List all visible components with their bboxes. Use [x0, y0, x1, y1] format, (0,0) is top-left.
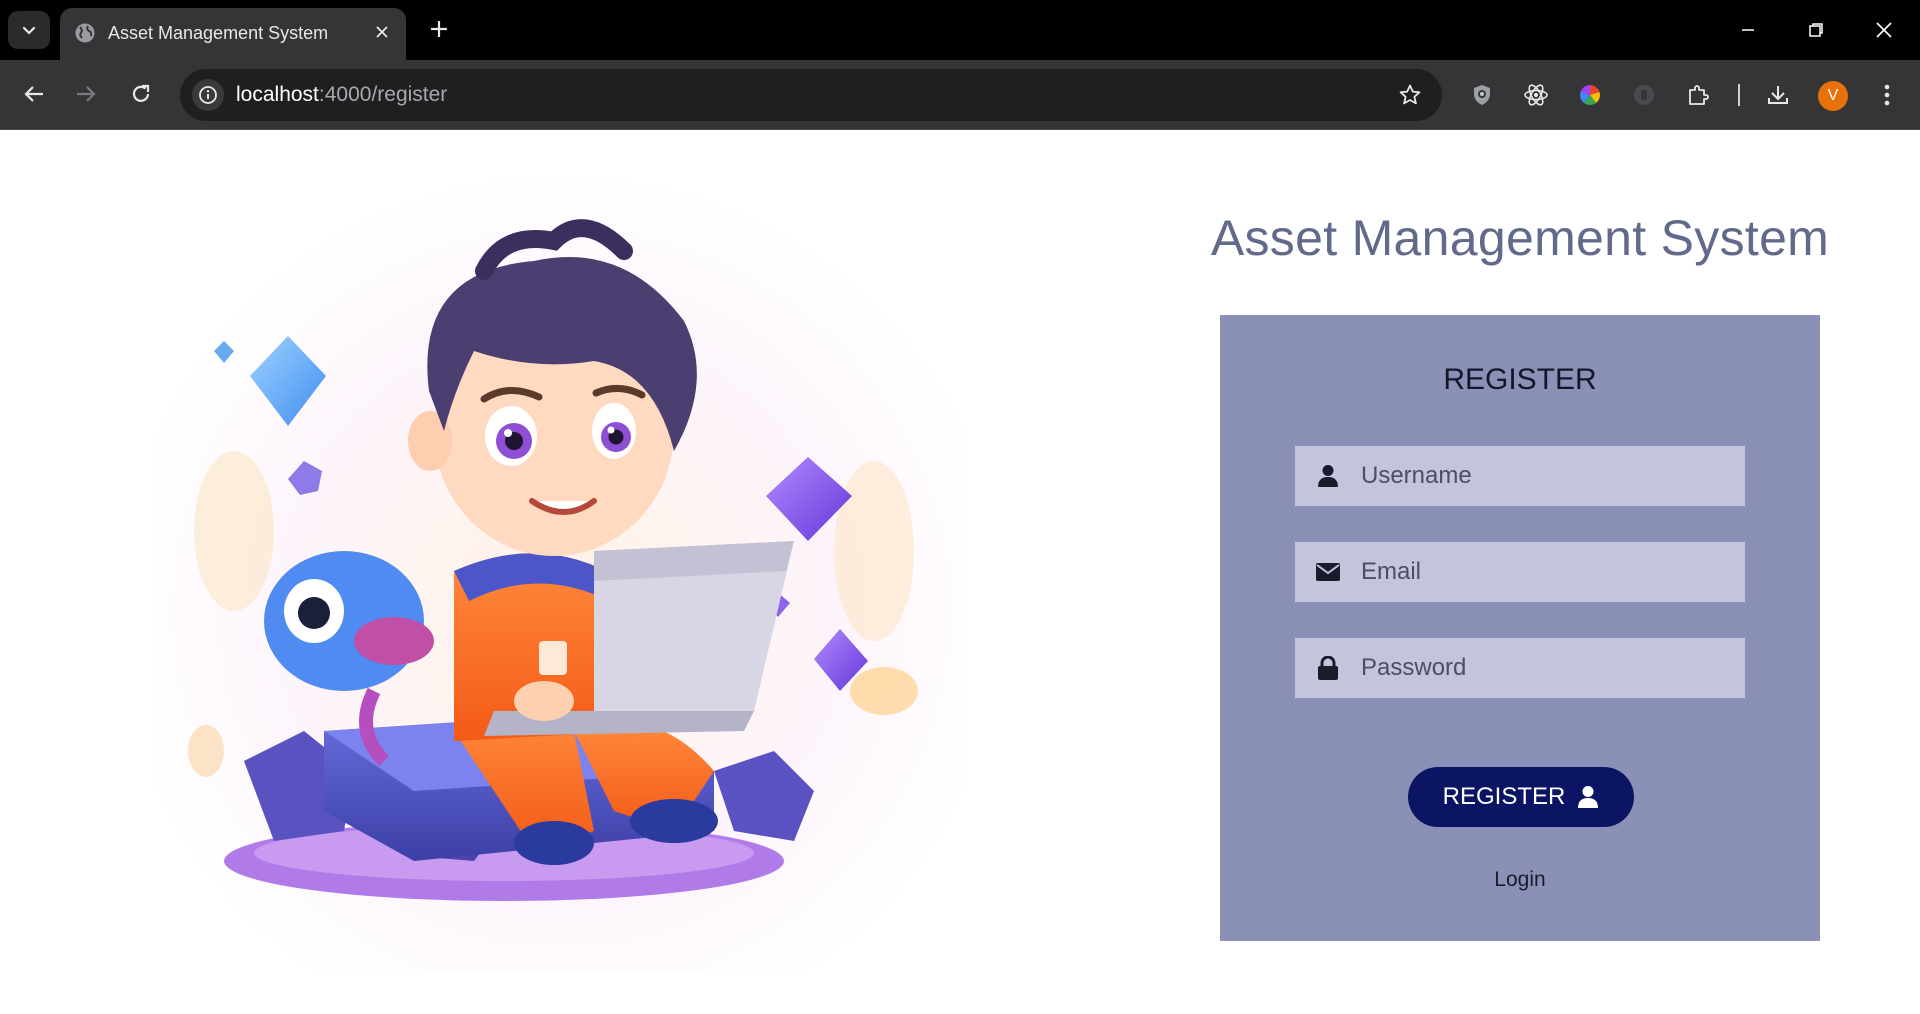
plus-icon — [431, 21, 447, 37]
password-field[interactable] — [1295, 638, 1745, 698]
back-button[interactable] — [14, 74, 54, 114]
url-host: localhost — [236, 83, 319, 106]
register-button[interactable]: REGISTER — [1408, 767, 1634, 827]
browser-menu-button[interactable] — [1868, 76, 1906, 114]
extension-shield[interactable] — [1463, 76, 1501, 114]
browser-tab[interactable]: Asset Management System — [60, 8, 406, 60]
page-content: Asset Management System REGISTER REGISTE… — [0, 131, 1920, 1014]
url-path: :4000/register — [318, 83, 448, 106]
extension-disabled[interactable] — [1625, 76, 1663, 114]
user-icon — [1578, 786, 1599, 808]
downloads-button[interactable] — [1759, 76, 1797, 114]
shield-icon — [1474, 85, 1490, 105]
reload-icon — [132, 84, 150, 102]
user-icon — [1295, 446, 1361, 506]
puzzle-icon — [1689, 85, 1709, 105]
globe-icon — [75, 23, 95, 43]
arrow-right-icon — [77, 86, 96, 102]
tab-title: Asset Management System — [108, 23, 329, 43]
minimize-icon — [1742, 29, 1754, 31]
email-input[interactable] — [1361, 542, 1745, 602]
register-button-label: REGISTER — [1442, 783, 1566, 810]
login-link[interactable]: Login — [1220, 868, 1820, 892]
profile-avatar[interactable]: V — [1818, 81, 1848, 111]
page-title: Asset Management System — [1210, 210, 1830, 266]
envelope-icon — [1295, 542, 1361, 602]
record-icon — [1634, 85, 1654, 105]
username-input[interactable] — [1361, 446, 1745, 506]
color-wheel-icon — [1580, 85, 1600, 105]
forward-button[interactable] — [66, 74, 106, 114]
kebab-menu-icon — [1884, 84, 1890, 106]
restore-icon — [1809, 23, 1823, 37]
url-text[interactable]: localhost:4000/register — [236, 83, 447, 107]
close-icon — [376, 26, 388, 38]
form-heading: REGISTER — [1443, 363, 1597, 396]
tab-search-button[interactable] — [8, 11, 50, 49]
username-field[interactable] — [1295, 446, 1745, 506]
minimize-button[interactable] — [1728, 10, 1768, 50]
address-bar[interactable]: localhost:4000/register — [180, 69, 1442, 121]
tab-close-button[interactable] — [370, 20, 394, 44]
password-input[interactable] — [1361, 638, 1745, 698]
chevron-down-icon — [22, 26, 36, 35]
extension-color-picker[interactable] — [1571, 76, 1609, 114]
download-icon — [1768, 86, 1788, 104]
restore-button[interactable] — [1796, 10, 1836, 50]
star-icon — [1399, 84, 1421, 105]
arrow-left-icon — [24, 86, 43, 102]
email-field[interactable] — [1295, 542, 1745, 602]
new-tab-button[interactable] — [424, 14, 454, 44]
info-icon — [199, 86, 217, 104]
reload-button[interactable] — [121, 74, 161, 114]
hero-illustration — [154, 171, 968, 971]
toolbar-separator — [1738, 84, 1740, 106]
extension-react-devtools[interactable] — [1517, 76, 1555, 114]
bookmark-button[interactable] — [1396, 81, 1424, 109]
site-info-button[interactable] — [192, 79, 224, 111]
lock-icon — [1295, 638, 1361, 698]
close-window-button[interactable] — [1864, 10, 1904, 50]
close-icon — [1876, 22, 1892, 38]
register-card: REGISTER REGISTER Login — [1220, 315, 1820, 941]
react-atom-icon — [1524, 84, 1548, 106]
browser-toolbar: localhost:4000/register V — [0, 60, 1920, 130]
extensions-menu-button[interactable] — [1679, 76, 1717, 114]
browser-tab-bar: Asset Management System — [0, 0, 1920, 60]
